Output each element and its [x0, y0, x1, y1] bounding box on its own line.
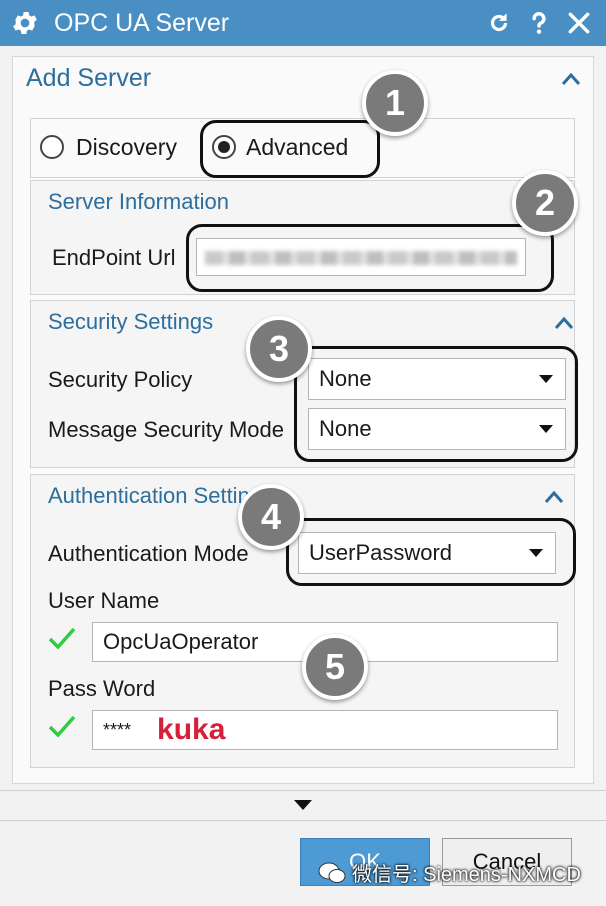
server-information-title: Server Information	[48, 189, 229, 214]
step-badge-2: 2	[512, 170, 578, 236]
password-label: Pass Word	[48, 676, 156, 701]
security-policy-label: Security Policy	[48, 367, 193, 392]
password-input[interactable]: **** kuka	[92, 710, 558, 750]
window-title: OPC UA Server	[54, 8, 230, 37]
expand-more-icon[interactable]	[294, 800, 312, 810]
buttons-divider	[0, 820, 606, 821]
collapse-authentication-icon[interactable]	[544, 490, 564, 504]
step-badge-5: 5	[302, 634, 368, 700]
password-annotation: kuka	[157, 713, 226, 746]
callout-box-3	[294, 346, 578, 462]
valid-check-icon	[48, 715, 76, 738]
authentication-mode-label: Authentication Mode	[48, 541, 249, 566]
endpoint-url-label: EndPoint Url	[52, 245, 176, 270]
step-badge-4: 4	[238, 484, 304, 550]
discovery-label[interactable]: Discovery	[76, 134, 177, 161]
step-badge-1: 1	[362, 70, 428, 136]
collapse-security-icon[interactable]	[554, 316, 574, 330]
security-settings-title: Security Settings	[48, 309, 214, 334]
footer-divider	[0, 790, 606, 791]
watermark-text: 微信号: Siemens-NXMCD	[352, 864, 581, 886]
callout-box-1	[200, 120, 380, 178]
user-name-value: OpcUaOperator	[103, 629, 259, 654]
title-bar: OPC UA Server	[0, 0, 606, 46]
message-security-mode-label: Message Security Mode	[48, 417, 284, 442]
valid-check-icon	[48, 627, 76, 650]
add-server-title: Add Server	[26, 64, 152, 92]
reset-icon[interactable]	[486, 10, 512, 36]
password-mask: ****	[103, 719, 132, 740]
discovery-radio[interactable]	[40, 135, 64, 159]
callout-box-2	[186, 224, 554, 292]
callout-box-4	[286, 518, 576, 586]
user-name-label: User Name	[48, 588, 160, 613]
close-icon[interactable]	[566, 10, 592, 36]
help-icon[interactable]	[526, 10, 552, 36]
collapse-add-server-icon[interactable]	[561, 72, 581, 86]
wechat-icon	[318, 862, 346, 883]
step-badge-3: 3	[246, 316, 312, 382]
gear-icon[interactable]	[10, 8, 40, 38]
